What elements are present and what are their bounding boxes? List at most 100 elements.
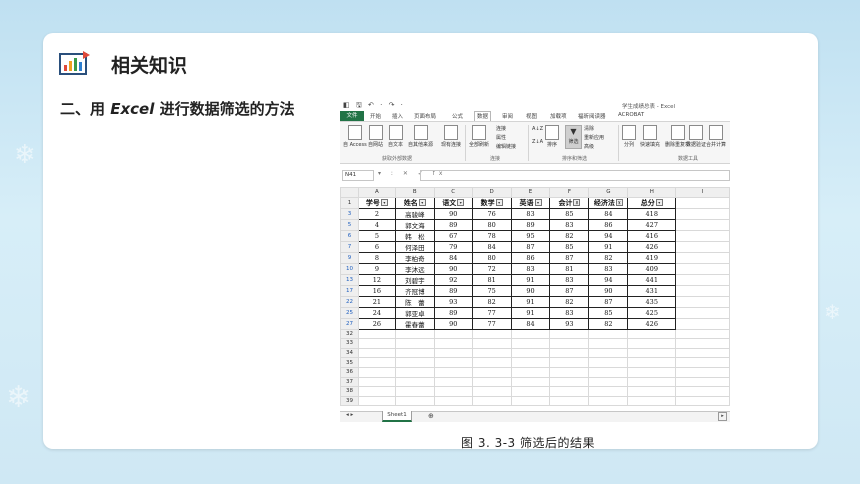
data-cell[interactable]: 90 [510, 284, 551, 297]
data-cell[interactable]: 李沐远 [394, 262, 435, 275]
empty-cell[interactable] [510, 338, 551, 349]
formula-input[interactable] [420, 170, 730, 181]
empty-cell[interactable] [675, 251, 730, 264]
data-cell[interactable]: 8 [357, 251, 396, 264]
empty-cell[interactable] [627, 366, 677, 378]
data-cell[interactable]: 435 [627, 295, 677, 308]
data-cell[interactable]: 84 [471, 240, 512, 253]
empty-cell[interactable] [675, 317, 730, 330]
empty-cell[interactable] [675, 386, 730, 397]
empty-cell[interactable] [588, 376, 629, 388]
edit-links-button[interactable]: 编辑链接 [496, 143, 516, 150]
empty-cell[interactable] [471, 347, 512, 359]
empty-cell[interactable] [675, 306, 730, 319]
name-box[interactable]: N41 [342, 170, 374, 181]
data-cell[interactable]: 21 [357, 295, 396, 308]
sheet-nav-icon[interactable]: ◂ ▸ [346, 412, 353, 418]
empty-cell[interactable] [549, 376, 590, 388]
data-cell[interactable]: 91 [588, 240, 629, 253]
reapply-button[interactable]: 重新应用 [584, 134, 604, 141]
empty-cell[interactable] [433, 386, 473, 397]
empty-cell[interactable] [510, 386, 551, 397]
empty-cell[interactable] [588, 366, 629, 378]
empty-cell[interactable] [675, 196, 730, 209]
empty-cell[interactable] [588, 386, 629, 397]
row-header[interactable]: 32 [340, 328, 359, 340]
column-header[interactable]: F [549, 187, 590, 198]
header-cell[interactable]: 数学 ▾ [471, 196, 512, 209]
data-cell[interactable]: 5 [357, 229, 396, 242]
empty-cell[interactable] [510, 328, 551, 340]
empty-cell[interactable] [471, 338, 512, 349]
empty-cell[interactable] [394, 386, 435, 397]
empty-cell[interactable] [549, 386, 590, 397]
data-cell[interactable]: 94 [588, 229, 629, 242]
row-header[interactable]: 10 [340, 262, 359, 275]
empty-cell[interactable] [627, 357, 677, 368]
data-cell[interactable]: 87 [510, 240, 551, 253]
empty-cell[interactable] [588, 338, 629, 349]
data-cell[interactable]: 78 [471, 229, 512, 242]
data-cell[interactable]: 84 [433, 251, 473, 264]
empty-cell[interactable] [433, 338, 473, 349]
empty-cell[interactable] [675, 240, 730, 253]
empty-cell[interactable] [471, 357, 512, 368]
data-cell[interactable]: 85 [549, 207, 590, 220]
data-cell[interactable]: 86 [510, 251, 551, 264]
data-cell[interactable]: 24 [357, 306, 396, 319]
empty-cell[interactable] [510, 366, 551, 378]
column-header[interactable]: H [627, 187, 677, 198]
filter-dropdown-icon[interactable]: ▾ [534, 199, 542, 207]
empty-cell[interactable] [675, 284, 730, 297]
data-cell[interactable]: 409 [627, 262, 677, 275]
empty-cell[interactable] [394, 376, 435, 388]
empty-cell[interactable] [433, 376, 473, 388]
from-text-button[interactable]: 自文本 [388, 125, 403, 148]
empty-cell[interactable] [510, 347, 551, 359]
row-header[interactable]: 9 [340, 251, 359, 264]
row-header[interactable]: 22 [340, 295, 359, 308]
flash-fill-button[interactable]: 快速填充 [640, 125, 660, 148]
empty-cell[interactable] [394, 395, 435, 407]
data-cell[interactable]: 韩 松 [394, 229, 435, 242]
tab-foxit[interactable]: 福昕阅读器 [578, 112, 606, 120]
data-cell[interactable]: 郭文海 [394, 218, 435, 231]
data-cell[interactable]: 75 [471, 284, 512, 297]
data-cell[interactable]: 91 [510, 306, 551, 319]
sheet-tab-sheet1[interactable]: Sheet1 [382, 411, 412, 422]
empty-cell[interactable] [357, 395, 396, 407]
row-header[interactable]: 7 [340, 240, 359, 253]
empty-cell[interactable] [675, 395, 730, 407]
data-cell[interactable]: 90 [588, 284, 629, 297]
empty-cell[interactable] [627, 328, 677, 340]
empty-cell[interactable] [675, 357, 730, 368]
row-header[interactable]: 39 [340, 395, 359, 407]
data-cell[interactable]: 89 [510, 218, 551, 231]
data-cell[interactable]: 89 [433, 218, 473, 231]
data-cell[interactable]: 2 [357, 207, 396, 220]
data-cell[interactable]: 80 [471, 218, 512, 231]
data-cell[interactable]: 86 [588, 218, 629, 231]
empty-cell[interactable] [549, 366, 590, 378]
data-cell[interactable]: 95 [510, 229, 551, 242]
row-header[interactable]: 3 [340, 207, 359, 220]
empty-cell[interactable] [588, 357, 629, 368]
data-cell[interactable]: 72 [471, 262, 512, 275]
tab-data[interactable]: 数据 [474, 111, 492, 121]
sort-descending-button[interactable]: Z↓A [532, 139, 543, 145]
data-cell[interactable]: 26 [357, 317, 396, 330]
empty-cell[interactable] [433, 366, 473, 378]
data-validation-button[interactable]: 数据验证 [686, 125, 706, 148]
data-cell[interactable]: 93 [549, 317, 590, 330]
data-cell[interactable]: 90 [433, 207, 473, 220]
data-cell[interactable]: 齐冠博 [394, 284, 435, 297]
data-cell[interactable]: 419 [627, 251, 677, 264]
empty-cell[interactable] [675, 328, 730, 340]
empty-cell[interactable] [433, 357, 473, 368]
empty-cell[interactable] [510, 395, 551, 407]
header-cell[interactable]: 姓名 ▾ [394, 196, 435, 209]
row-header[interactable]: 13 [340, 273, 359, 286]
sort-button[interactable]: 排序 [545, 125, 559, 148]
empty-cell[interactable] [627, 386, 677, 397]
header-cell[interactable]: 总分 ▾ [627, 196, 677, 209]
